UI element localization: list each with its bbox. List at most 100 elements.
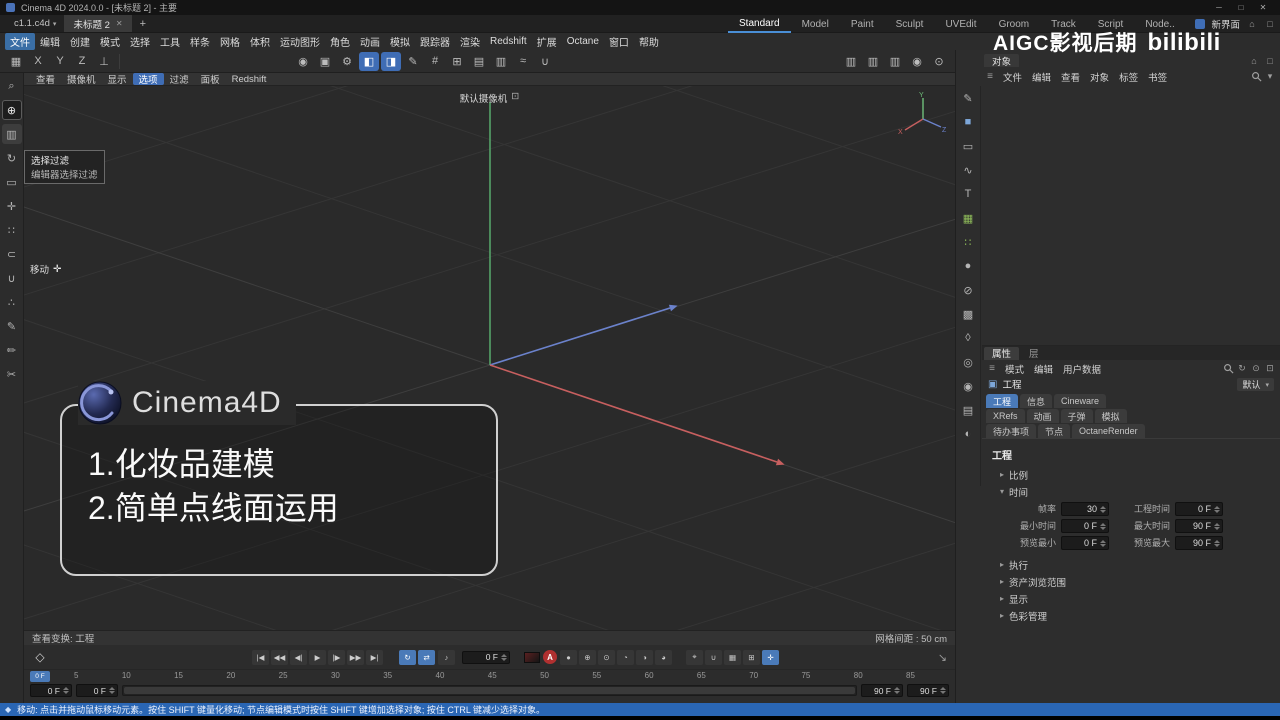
coordinate-system-icon[interactable]: ⊥	[94, 52, 114, 71]
stepper-arrows-icon[interactable]	[1099, 521, 1107, 531]
quantize-icon[interactable]: ⊞	[743, 649, 760, 665]
range-end-field[interactable]: 90 F	[907, 684, 949, 697]
attributes-panel-tab[interactable]: 属性	[984, 346, 1020, 360]
object-menu-item[interactable]: 对象	[1085, 70, 1114, 84]
menu-item[interactable]: 跟踪器	[415, 33, 455, 50]
attribute-tab[interactable]: 子弹	[1060, 409, 1093, 423]
preview-min-field[interactable]: 0 F	[1061, 536, 1109, 550]
record-position-icon[interactable]: ⊕	[579, 649, 596, 665]
preview-end-field[interactable]: 90 F	[861, 684, 903, 697]
viewport-menu-item[interactable]: 显示	[102, 73, 133, 86]
display-icon[interactable]: ▤	[958, 400, 978, 420]
viewport-solo-icon[interactable]: ◧	[359, 51, 379, 71]
viewport-menu-item[interactable]: Redshift	[226, 73, 273, 85]
play-direction-icon[interactable]: ⇄	[418, 649, 435, 665]
filter-icon[interactable]: ▾	[1264, 71, 1276, 82]
float-icon[interactable]: □	[1264, 56, 1276, 66]
selection-filter-icon[interactable]: ▥	[1, 124, 22, 144]
spline-pen-icon[interactable]: ✎	[403, 52, 423, 71]
menu-item[interactable]: 渲染	[455, 33, 485, 50]
y-axis-lock-icon[interactable]: Y	[50, 52, 70, 71]
interactive-render-region-icon[interactable]: ◉	[907, 52, 927, 71]
keyframe-selection-icon[interactable]: ⌖	[686, 649, 703, 665]
menu-item[interactable]: 模拟	[385, 33, 415, 50]
stepper-arrows-icon[interactable]	[893, 686, 901, 695]
autokey-button[interactable]: A	[543, 650, 557, 664]
panel-menu-icon[interactable]	[986, 363, 998, 374]
menu-item[interactable]: Redshift	[485, 35, 532, 48]
search-icon[interactable]	[1223, 363, 1234, 374]
workplane-icon[interactable]: ▥	[491, 52, 511, 71]
layout-tab[interactable]: UVEdit	[934, 15, 987, 33]
frame-tool-icon[interactable]: ▭	[2, 172, 22, 192]
new-tab-button[interactable]: +	[132, 18, 154, 30]
menu-item[interactable]: 编辑	[35, 33, 65, 50]
move-tool-icon[interactable]: ✛	[2, 196, 22, 216]
stepper-arrows-icon[interactable]	[500, 653, 508, 662]
range-start-field[interactable]: 0 F	[30, 684, 72, 697]
camera-label[interactable]: 默认摄像机	[460, 91, 508, 105]
prev-key-button[interactable]: ◀◀	[271, 649, 288, 665]
attribute-tab[interactable]: Cineware	[1054, 394, 1107, 408]
menu-item[interactable]: 样条	[185, 33, 215, 50]
menu-item[interactable]: 扩展	[532, 33, 562, 50]
menu-item[interactable]: 文件	[5, 33, 35, 50]
attribute-group[interactable]: 色彩管理	[990, 607, 1272, 624]
prev-frame-button[interactable]: ◀|	[290, 649, 307, 665]
modeling-grid-icon[interactable]: #	[425, 52, 445, 71]
render-picture-viewer-icon[interactable]: ▣	[315, 52, 335, 71]
viewport-menu-item[interactable]: 查看	[30, 73, 61, 86]
search-icon[interactable]	[1251, 71, 1262, 82]
cube-icon[interactable]: ■	[958, 112, 978, 132]
timeline-ruler[interactable]: 0 F 5 10 15 20 25 30 35 40 45 50 55 60 65 70 75 80 85	[24, 669, 955, 682]
playhead[interactable]: 0 F	[30, 671, 50, 682]
menu-item[interactable]: 角色	[325, 33, 355, 50]
viewport-menu-item[interactable]: 摄像机	[61, 73, 102, 86]
expand-icon[interactable]: ⊡	[1264, 363, 1276, 374]
volume-icon[interactable]: ▩	[958, 304, 978, 324]
fps-field[interactable]: 30	[1061, 502, 1109, 516]
attributes-menu-item[interactable]: 模式	[1000, 362, 1029, 376]
stepper-arrows-icon[interactable]	[62, 686, 70, 695]
attribute-group[interactable]: 执行	[990, 556, 1272, 573]
playback-mode-icon[interactable]: ↻	[399, 649, 416, 665]
object-menu-item[interactable]: 标签	[1114, 70, 1143, 84]
goto-end-button[interactable]: ▶|	[366, 649, 383, 665]
preview-start-field[interactable]: 0 F	[76, 684, 118, 697]
render-queue-icon[interactable]: ▥	[885, 52, 905, 71]
object-menu-item[interactable]: 书签	[1143, 70, 1172, 84]
magnet-icon[interactable]: ∪	[705, 649, 722, 665]
axis-gizmo[interactable]: Y X Z	[896, 90, 948, 136]
home-icon[interactable]: ⌂	[1246, 19, 1258, 29]
menu-item[interactable]: 帮助	[634, 33, 664, 50]
record-parameter-icon[interactable]: ◑	[636, 649, 653, 665]
menu-item[interactable]: 窗口	[604, 33, 634, 50]
stepper-arrows-icon[interactable]	[939, 686, 947, 695]
lock-icon[interactable]: ⊙	[1250, 363, 1262, 374]
stepper-arrows-icon[interactable]	[1213, 521, 1221, 531]
preset-dropdown[interactable]: 默认	[1237, 377, 1274, 391]
record-point-level-icon[interactable]: ◕	[655, 649, 672, 665]
close-tab-icon[interactable]	[116, 19, 123, 28]
menu-item[interactable]: 工具	[155, 33, 185, 50]
camera-menu-icon[interactable]: ⊡	[511, 91, 519, 105]
object-menu-item[interactable]: 查看	[1056, 70, 1085, 84]
viewport-lock-icon[interactable]: ⊙	[929, 52, 949, 71]
knife-tool-icon[interactable]: ✂	[2, 364, 22, 384]
layout-tab[interactable]: Sculpt	[885, 15, 935, 33]
solo-hierarchy-icon[interactable]: ◨	[381, 51, 401, 71]
environment-icon[interactable]: ◎	[958, 352, 978, 372]
layout-tab[interactable]: Standard	[728, 15, 791, 33]
attributes-menu-item[interactable]: 编辑	[1029, 362, 1058, 376]
menu-item[interactable]: 网格	[215, 33, 245, 50]
next-key-button[interactable]: ▶▶	[347, 649, 364, 665]
timeline-scrollbar[interactable]	[122, 685, 857, 696]
menu-item[interactable]: 运动图形	[275, 33, 325, 50]
object-menu-item[interactable]: 编辑	[1027, 70, 1056, 84]
menu-item[interactable]: 创建	[65, 33, 95, 50]
history-icon[interactable]: ↻	[1236, 363, 1248, 374]
max-time-field[interactable]: 90 F	[1175, 519, 1223, 533]
menu-item[interactable]: 选择	[125, 33, 155, 50]
float-window-icon[interactable]: □	[1264, 19, 1276, 29]
maximize-button[interactable]: □	[1230, 0, 1252, 15]
